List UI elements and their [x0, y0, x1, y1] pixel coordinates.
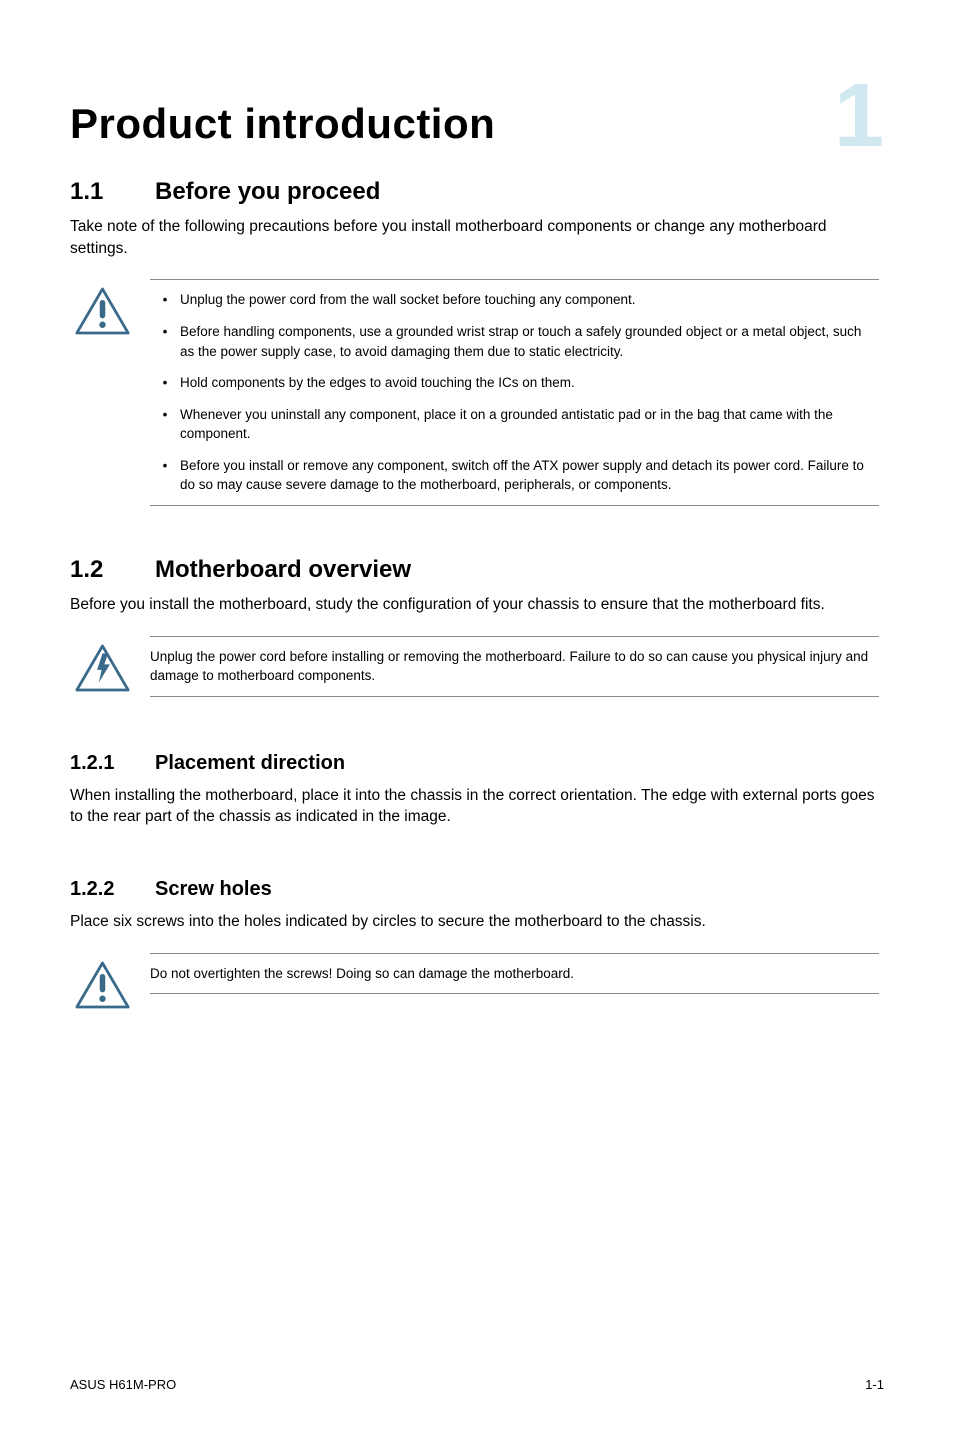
- section-1-2: 1.2Motherboard overview Before you insta…: [70, 556, 884, 722]
- warning-content: Unplug the power cord before installing …: [150, 636, 879, 697]
- bullet-list: • Unplug the power cord from the wall so…: [150, 290, 879, 495]
- section-title: Before you proceed: [155, 178, 380, 205]
- section-heading-1-1: 1.1Before you proceed: [70, 178, 884, 206]
- caution-block-1-1: • Unplug the power cord from the wall so…: [70, 279, 884, 506]
- bullet-dot-icon: •: [150, 290, 180, 310]
- footer-product: ASUS H61M-PRO: [70, 1377, 176, 1392]
- bullet-text: Whenever you uninstall any component, pl…: [180, 405, 879, 444]
- caution-block-1-2-2: Do not overtighten the screws! Doing so …: [70, 953, 884, 1011]
- warning-icon: [75, 644, 130, 694]
- bullet-dot-icon: •: [150, 373, 180, 393]
- subsection-title: Placement direction: [155, 752, 345, 774]
- subsection-body-1-2-1: When installing the motherboard, place i…: [70, 785, 884, 828]
- section-number: 1.2: [70, 556, 155, 584]
- section-number: 1.1: [70, 178, 155, 206]
- bullet-text: Before you install or remove any compone…: [180, 456, 879, 495]
- bullet-item: • Before you install or remove any compo…: [150, 456, 879, 495]
- bullet-item: • Before handling components, use a grou…: [150, 322, 879, 361]
- subsection-body-1-2-2: Place six screws into the holes indicate…: [70, 911, 884, 933]
- section-body-1-1: Take note of the following precautions b…: [70, 216, 884, 259]
- section-body-1-2: Before you install the motherboard, stud…: [70, 594, 884, 616]
- chapter-title: Product introduction: [70, 100, 495, 148]
- bullet-item: • Whenever you uninstall any component, …: [150, 405, 879, 444]
- section-1-2-2: 1.2.2Screw holes Place six screws into t…: [70, 873, 884, 1036]
- page-footer: ASUS H61M-PRO 1-1: [70, 1357, 884, 1392]
- caution-icon: [75, 287, 130, 337]
- chapter-header: Product introduction 1: [70, 100, 884, 148]
- caution-content: • Unplug the power cord from the wall so…: [150, 279, 879, 506]
- spacer: [70, 1061, 884, 1357]
- bullet-dot-icon: •: [150, 456, 180, 495]
- bullet-text: Unplug the power cord from the wall sock…: [180, 290, 879, 310]
- section-title: Motherboard overview: [155, 556, 411, 583]
- caution-icon: [75, 961, 130, 1011]
- section-heading-1-2: 1.2Motherboard overview: [70, 556, 884, 584]
- section-1-1: 1.1Before you proceed Take note of the f…: [70, 178, 884, 531]
- bullet-text: Hold components by the edges to avoid to…: [180, 373, 879, 393]
- bullet-item: • Hold components by the edges to avoid …: [150, 373, 879, 393]
- bullet-dot-icon: •: [150, 405, 180, 444]
- bullet-item: • Unplug the power cord from the wall so…: [150, 290, 879, 310]
- subsection-heading-1-2-2: 1.2.2Screw holes: [70, 878, 884, 901]
- subsection-heading-1-2-1: 1.2.1Placement direction: [70, 752, 884, 775]
- subsection-number: 1.2.2: [70, 878, 155, 901]
- bullet-dot-icon: •: [150, 322, 180, 361]
- footer-page-number: 1-1: [865, 1377, 884, 1392]
- page-content: Product introduction 1 1.1Before you pro…: [0, 0, 954, 1432]
- section-1-2-1: 1.2.1Placement direction When installing…: [70, 747, 884, 848]
- chapter-number: 1: [834, 85, 884, 148]
- subsection-number: 1.2.1: [70, 752, 155, 775]
- caution-content: Do not overtighten the screws! Doing so …: [150, 953, 879, 995]
- bullet-text: Before handling components, use a ground…: [180, 322, 879, 361]
- warning-block-1-2: Unplug the power cord before installing …: [70, 636, 884, 697]
- subsection-title: Screw holes: [155, 878, 272, 900]
